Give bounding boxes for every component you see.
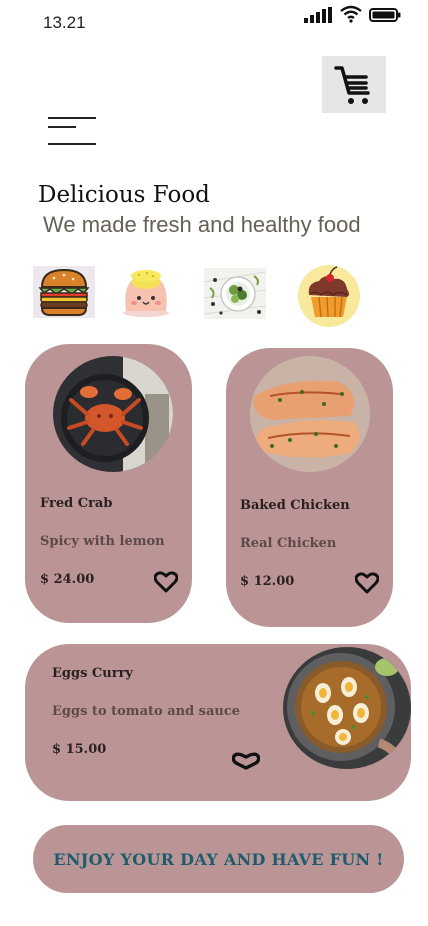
hamburger-menu-icon	[48, 117, 96, 147]
food-image-eggs-curry	[283, 647, 411, 769]
food-name: Baked Chicken	[240, 498, 350, 513]
category-cupcake[interactable]	[297, 265, 361, 327]
wifi-icon	[340, 5, 362, 23]
promo-banner: ENJOY YOUR DAY AND HAVE FUN !	[33, 825, 404, 893]
page-subtitle: We made fresh and healthy food	[43, 212, 361, 237]
food-image-chicken	[250, 356, 370, 472]
burger-icon	[38, 268, 90, 316]
food-price: $ 15.00	[52, 742, 107, 757]
menu-button[interactable]	[48, 117, 96, 147]
category-burger[interactable]	[33, 266, 95, 318]
food-image-crab	[53, 356, 173, 472]
battery-icon	[369, 8, 401, 22]
banner-text: ENJOY YOUR DAY AND HAVE FUN !	[53, 849, 384, 869]
food-name: Fred Crab	[40, 496, 113, 511]
category-salad[interactable]	[204, 268, 266, 319]
cupcake-icon	[298, 265, 360, 327]
page-title: Delicious Food	[38, 182, 210, 208]
food-name: Eggs Curry	[52, 666, 133, 681]
pudding-icon	[123, 270, 169, 317]
food-description: Spicy with lemon	[40, 534, 165, 549]
food-description: Real Chicken	[240, 536, 337, 551]
heart-icon[interactable]	[154, 571, 178, 593]
food-price: $ 12.00	[240, 574, 295, 589]
signal-icon	[304, 7, 332, 23]
food-price: $ 24.00	[40, 572, 95, 587]
heart-icon[interactable]	[232, 751, 260, 771]
salad-icon	[204, 268, 266, 319]
food-description: Eggs to tomato and sauce	[52, 704, 241, 719]
heart-icon[interactable]	[355, 572, 379, 594]
cart-button[interactable]	[322, 56, 386, 113]
shopping-cart-icon	[334, 65, 370, 104]
status-time: 13.21	[43, 13, 86, 32]
category-pudding[interactable]	[117, 264, 175, 320]
